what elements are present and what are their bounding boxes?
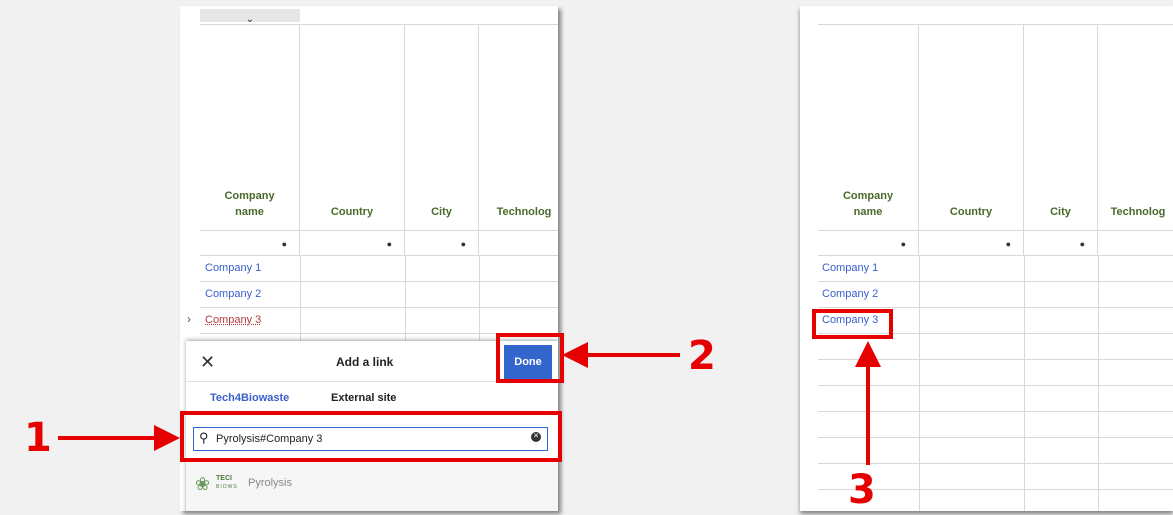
arrow-1-shaft bbox=[58, 436, 158, 440]
header-country: Country bbox=[300, 24, 405, 230]
suggestion-logo-text: TECI bbox=[216, 475, 232, 482]
step-number-1: 1 bbox=[24, 415, 52, 461]
arrow-2-shaft bbox=[584, 353, 680, 357]
suggestion-item[interactable]: ❀ TECI BIOWS Pyrolysis bbox=[186, 461, 558, 511]
header-city: City bbox=[1024, 24, 1098, 230]
table-row-link[interactable]: Company 1 bbox=[822, 262, 878, 274]
sort-city[interactable]: ● bbox=[405, 230, 479, 255]
dialog-title: Add a link bbox=[336, 355, 394, 369]
table-row-link[interactable]: Company 1 bbox=[205, 262, 261, 274]
right-editor-panel: Company name Country City Technolog ● ● … bbox=[800, 6, 1173, 511]
suggestion-label: Pyrolysis bbox=[248, 477, 293, 489]
sort-city[interactable]: ● bbox=[1024, 230, 1098, 255]
sort-country[interactable]: ● bbox=[300, 230, 405, 255]
highlight-done-button bbox=[496, 333, 564, 383]
table-row-link[interactable]: Company 2 bbox=[822, 288, 878, 300]
tab-tech4biowaste[interactable]: Tech4Biowaste bbox=[210, 392, 289, 404]
highlight-company-3 bbox=[812, 309, 893, 339]
sort-icon: ● bbox=[460, 239, 466, 249]
table-row-link-selected[interactable]: Company 3 bbox=[205, 314, 261, 326]
sort-icon: ● bbox=[281, 239, 287, 249]
arrow-3-head bbox=[855, 341, 881, 367]
row-expand-icon[interactable]: › bbox=[187, 312, 191, 326]
sort-country[interactable]: ● bbox=[919, 230, 1024, 255]
collapse-toggle[interactable]: ⌄ bbox=[200, 9, 300, 25]
sort-company[interactable]: ● bbox=[200, 230, 300, 255]
header-technology: Technolog bbox=[1098, 24, 1173, 230]
arrow-1-head bbox=[154, 425, 180, 451]
sort-icon: ● bbox=[386, 239, 392, 249]
close-icon[interactable]: ✕ bbox=[200, 352, 215, 373]
header-city: City bbox=[405, 24, 479, 230]
table-row-link[interactable]: Company 2 bbox=[205, 288, 261, 300]
step-number-2: 2 bbox=[688, 333, 716, 379]
sort-icon: ● bbox=[1005, 239, 1011, 249]
sort-icon: ● bbox=[900, 239, 906, 249]
sort-icon: ● bbox=[1079, 239, 1085, 249]
header-company-name: Company name bbox=[200, 24, 300, 230]
suggestion-logo-sub: BIOWS bbox=[216, 484, 238, 490]
header-country: Country bbox=[919, 24, 1024, 230]
step-number-3: 3 bbox=[848, 467, 876, 513]
header-technology: Technolog bbox=[479, 24, 558, 230]
sort-company[interactable]: ● bbox=[818, 230, 919, 255]
logo-leaf-icon: ❀ bbox=[195, 474, 211, 494]
sort-technology[interactable] bbox=[1098, 230, 1173, 255]
highlight-search-box bbox=[180, 411, 562, 462]
sort-technology[interactable] bbox=[479, 230, 558, 255]
header-company-name: Company name bbox=[818, 24, 919, 230]
tab-external-site[interactable]: External site bbox=[331, 392, 396, 404]
arrow-3-shaft bbox=[866, 365, 870, 465]
